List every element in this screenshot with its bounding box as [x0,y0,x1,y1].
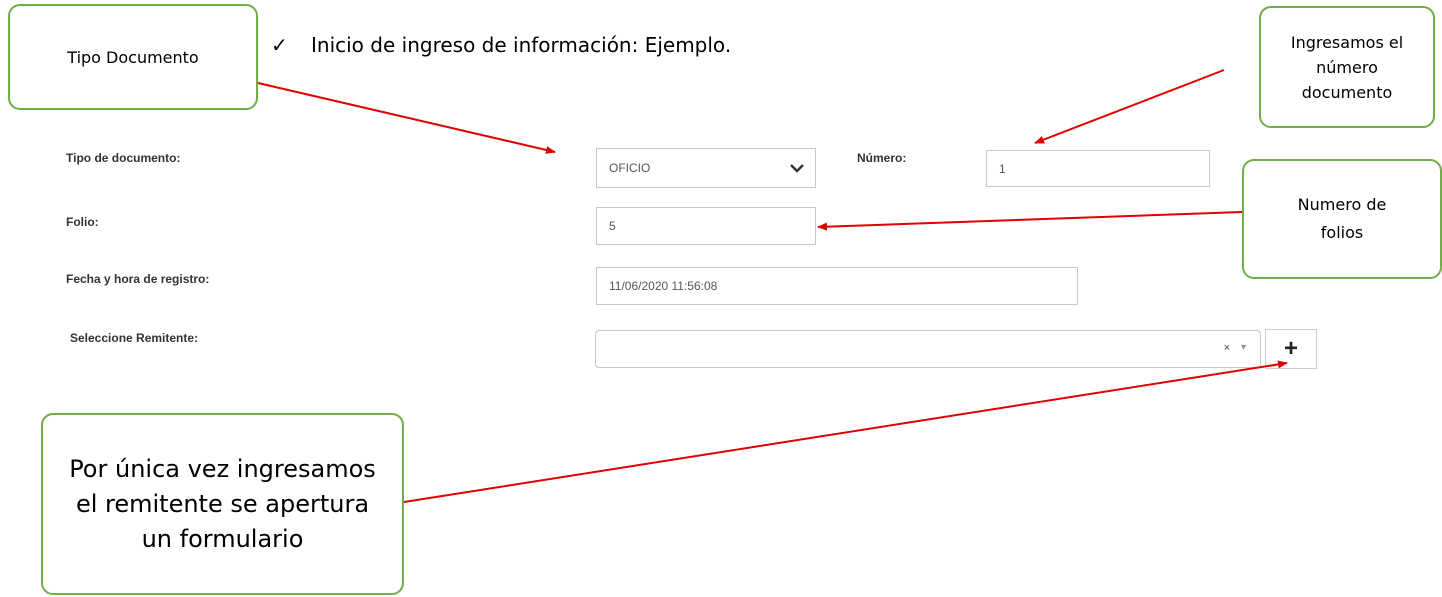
arrow-remitente [403,360,1288,503]
arrow-tipo-documento [257,82,556,154]
arrow-numero-documento [1034,69,1225,144]
arrow-folios [817,211,1243,231]
annotation-arrows [257,69,1288,503]
